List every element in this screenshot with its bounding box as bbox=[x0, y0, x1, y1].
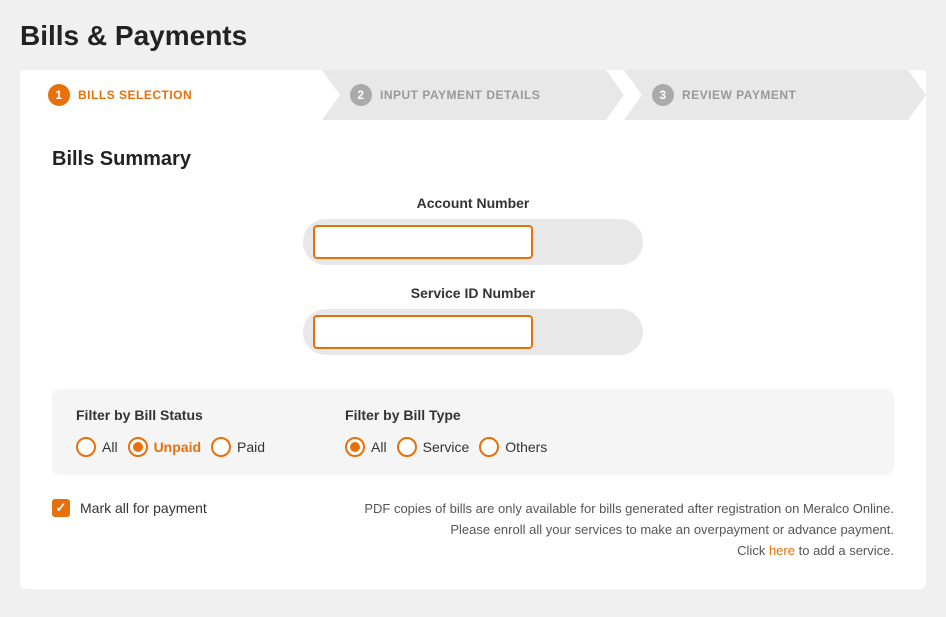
account-number-wrapper bbox=[303, 219, 643, 265]
mark-all-group[interactable]: Mark all for payment bbox=[52, 499, 207, 517]
status-paid-radio[interactable] bbox=[211, 437, 231, 457]
status-paid-label: Paid bbox=[237, 439, 265, 455]
account-number-input[interactable] bbox=[313, 225, 533, 259]
type-service-label: Service bbox=[423, 439, 470, 455]
pdf-notice-link[interactable]: here bbox=[769, 543, 795, 558]
status-all-option[interactable]: All bbox=[76, 437, 118, 457]
filter-status-label: Filter by Bill Status bbox=[76, 407, 265, 423]
page-title: Bills & Payments bbox=[20, 20, 926, 52]
pdf-notice-line4: to add a service. bbox=[799, 543, 894, 558]
type-all-radio[interactable] bbox=[345, 437, 365, 457]
step-3[interactable]: 3 REVIEW PAYMENT bbox=[624, 70, 926, 120]
type-service-option[interactable]: Service bbox=[397, 437, 470, 457]
type-others-option[interactable]: Others bbox=[479, 437, 547, 457]
type-all-label: All bbox=[371, 439, 387, 455]
step-3-number: 3 bbox=[652, 84, 674, 106]
status-unpaid-label: Unpaid bbox=[154, 439, 201, 455]
type-all-option[interactable]: All bbox=[345, 437, 387, 457]
step-1[interactable]: 1 BILLS SELECTION bbox=[20, 70, 322, 120]
pdf-notice-line2: Please enroll all your services to make … bbox=[450, 522, 894, 537]
account-number-label: Account Number bbox=[417, 195, 530, 211]
filter-type-group: Filter by Bill Type All Service Others bbox=[345, 407, 547, 457]
filter-status-radio-group: All Unpaid Paid bbox=[76, 437, 265, 457]
step-2[interactable]: 2 INPUT PAYMENT DETAILS bbox=[322, 70, 624, 120]
status-all-radio[interactable] bbox=[76, 437, 96, 457]
filter-box: Filter by Bill Status All Unpaid Paid Fi… bbox=[52, 389, 894, 475]
type-others-label: Others bbox=[505, 439, 547, 455]
filter-status-group: Filter by Bill Status All Unpaid Paid bbox=[76, 407, 265, 457]
pdf-notice: PDF copies of bills are only available f… bbox=[364, 499, 894, 561]
pdf-notice-line1: PDF copies of bills are only available f… bbox=[364, 501, 894, 516]
account-number-group: Account Number bbox=[52, 195, 894, 265]
mark-all-label: Mark all for payment bbox=[80, 500, 207, 516]
service-id-input[interactable] bbox=[313, 315, 533, 349]
step-1-label: BILLS SELECTION bbox=[78, 88, 192, 102]
mark-all-checkbox[interactable] bbox=[52, 499, 70, 517]
service-id-group: Service ID Number bbox=[52, 285, 894, 355]
step-3-label: REVIEW PAYMENT bbox=[682, 88, 796, 102]
section-title: Bills Summary bbox=[52, 148, 894, 171]
service-id-label: Service ID Number bbox=[411, 285, 536, 301]
bottom-row: Mark all for payment PDF copies of bills… bbox=[52, 495, 894, 561]
step-2-number: 2 bbox=[350, 84, 372, 106]
filter-type-label: Filter by Bill Type bbox=[345, 407, 547, 423]
step-2-label: INPUT PAYMENT DETAILS bbox=[380, 88, 540, 102]
main-card: Bills Summary Account Number Service ID … bbox=[20, 120, 926, 589]
filter-type-radio-group: All Service Others bbox=[345, 437, 547, 457]
steps-bar: 1 BILLS SELECTION 2 INPUT PAYMENT DETAIL… bbox=[20, 70, 926, 120]
service-id-wrapper bbox=[303, 309, 643, 355]
type-others-radio[interactable] bbox=[479, 437, 499, 457]
status-all-label: All bbox=[102, 439, 118, 455]
status-paid-option[interactable]: Paid bbox=[211, 437, 265, 457]
step-1-number: 1 bbox=[48, 84, 70, 106]
type-service-radio[interactable] bbox=[397, 437, 417, 457]
status-unpaid-option[interactable]: Unpaid bbox=[128, 437, 201, 457]
pdf-notice-line3: Click bbox=[737, 543, 765, 558]
status-unpaid-radio[interactable] bbox=[128, 437, 148, 457]
